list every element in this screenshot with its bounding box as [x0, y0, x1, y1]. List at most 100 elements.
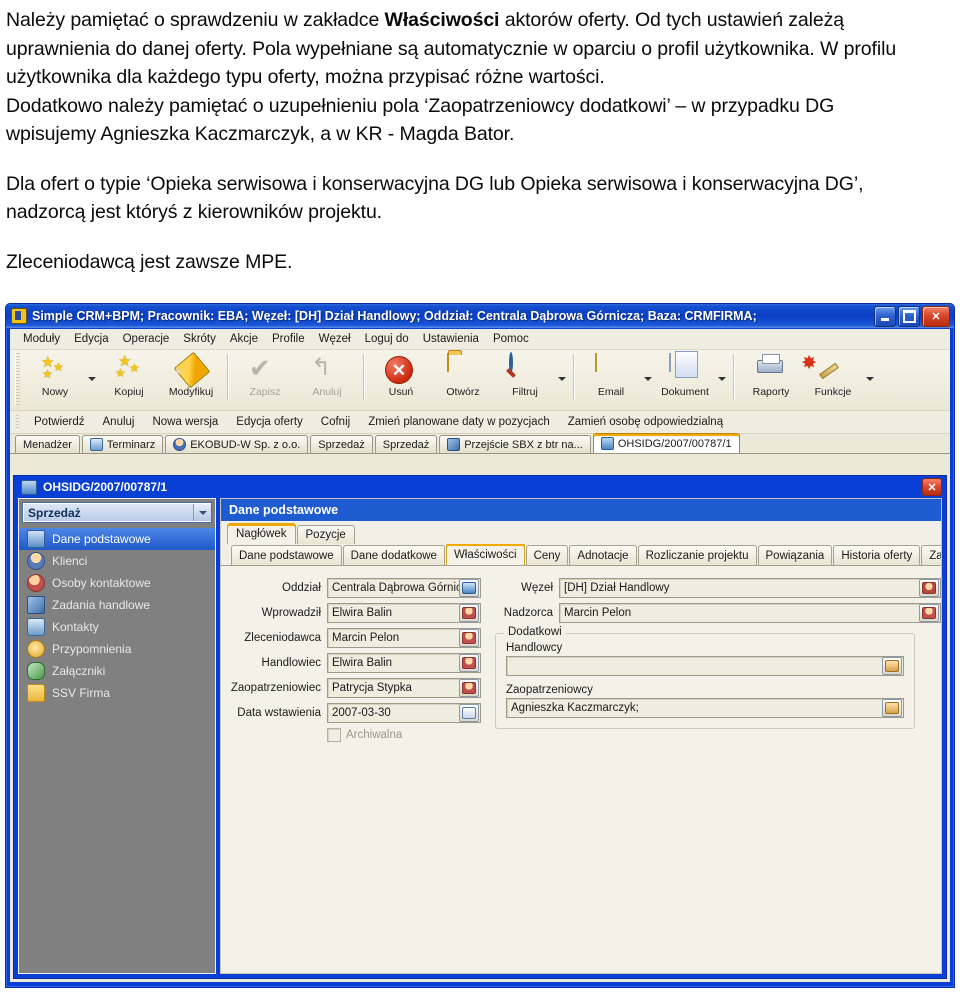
doc-tab-transition[interactable]: Przejście SBX z btr na... [439, 435, 591, 453]
command-undo[interactable]: Cofnij [312, 414, 359, 430]
additional-suppliers-field[interactable]: Agnieszka Kaczmarczyk; [506, 698, 904, 718]
command-edit-offer[interactable]: Edycja oferty [227, 414, 311, 430]
toolbar-button-functions[interactable]: Funkcje [802, 350, 864, 410]
tab-relations[interactable]: Powiązania [757, 545, 833, 565]
sidebar-item-attachments[interactable]: Załączniki [19, 660, 215, 682]
app-icon [11, 308, 27, 324]
toolbar-button-modify[interactable]: Modyfikuj [160, 350, 222, 410]
menu-item-help[interactable]: Pomoc [486, 331, 536, 347]
tab-offer-history[interactable]: Historia oferty [833, 545, 921, 565]
toolbar-button-cancel[interactable]: ↰ Anuluj [296, 350, 358, 410]
menu-item-edit[interactable]: Edycja [67, 331, 116, 347]
wrench-icon [27, 596, 45, 614]
tab-annotations[interactable]: Adnotacje [569, 545, 637, 565]
menu-item-shortcuts[interactable]: Skróty [176, 331, 223, 347]
menu-item-profiles[interactable]: Profile [265, 331, 312, 347]
command-change-dates[interactable]: Zmień planowane daty w pozycjach [359, 414, 559, 430]
toolbar-button-delete[interactable]: ✕ Usuń [370, 350, 432, 410]
command-new-version[interactable]: Nowa wersja [143, 414, 227, 430]
tab-header[interactable]: Nagłówek [227, 523, 296, 544]
menu-item-login-to[interactable]: Loguj do [358, 331, 416, 347]
node-field[interactable]: [DH] Dział Handlowy [559, 578, 941, 598]
sidebar-item-basic-data[interactable]: Dane podstawowe [19, 528, 215, 550]
toolbar-label: Otwórz [446, 386, 480, 398]
menu-item-settings[interactable]: Ustawienia [416, 331, 486, 347]
doc-tab-sales-1[interactable]: Sprzedaż [310, 435, 373, 453]
salesperson-field[interactable]: Elwira Balin [327, 653, 481, 673]
doc-tab-label: Menadżer [23, 438, 72, 451]
sidebar-item-contacts[interactable]: Kontakty [19, 616, 215, 638]
supervisor-picker-button[interactable] [919, 604, 939, 622]
entered-by-picker-button[interactable] [459, 604, 479, 622]
archival-checkbox-label: Archiwalna [346, 729, 403, 741]
tab-properties[interactable]: Właściwości [445, 544, 525, 565]
doc-tab-label: OHSIDG/2007/00787/1 [617, 437, 732, 450]
calendar-picker-button[interactable] [459, 704, 479, 722]
toolbar-button-filter[interactable]: Filtruj [494, 350, 556, 410]
doc-tab-calendar[interactable]: Terminarz [81, 435, 164, 453]
functions-dropdown-arrow[interactable] [864, 350, 876, 406]
document-dropdown-arrow[interactable] [716, 350, 728, 406]
sidebar-item-contact-persons[interactable]: Osoby kontaktowe [19, 572, 215, 594]
toolbar-button-new[interactable]: ★ ★ ★ Nowy [24, 350, 86, 410]
sidebar-item-clients[interactable]: Klienci [19, 550, 215, 572]
insert-date-field[interactable]: 2007-03-30 [327, 703, 481, 723]
doc-tab-label: Sprzedaż [318, 438, 365, 451]
toolbar-button-open[interactable]: Otwórz [432, 350, 494, 410]
sidebar-item-sales-tasks[interactable]: Zadania handlowe [19, 594, 215, 616]
additional-suppliers-row: Zaopatrzeniowcy Agnieszka Kaczmarczyk; [506, 684, 904, 718]
branch-field[interactable]: Centrala Dąbrowa Górnicza [327, 578, 481, 598]
new-dropdown-arrow[interactable] [86, 350, 98, 406]
tab-basic-data[interactable]: Dane podstawowe [231, 545, 342, 565]
sidebar-item-label: Załączniki [52, 664, 106, 678]
sidebar-item-ssv-firma[interactable]: SSV Firma [19, 682, 215, 704]
toolbar-button-document[interactable]: Dokument [654, 350, 716, 410]
branch-picker-button[interactable] [459, 579, 479, 597]
close-button[interactable]: ✕ [922, 305, 950, 327]
toolbar-button-copy[interactable]: ★ ★ ★ Kopiuj [98, 350, 160, 410]
salesperson-picker-button[interactable] [459, 654, 479, 672]
menu-item-operations[interactable]: Operacje [116, 331, 177, 347]
doc-tab-manager[interactable]: Menadżer [15, 435, 80, 453]
additional-suppliers-picker-button[interactable] [882, 699, 902, 717]
menu-item-actions[interactable]: Akcje [223, 331, 265, 347]
node-picker-button[interactable] [919, 579, 939, 597]
filter-dropdown-arrow[interactable] [556, 350, 568, 406]
doc-tab-offer-active[interactable]: OHSIDG/2007/00787/1 [592, 433, 740, 453]
doc-tab-sales-2[interactable]: Sprzedaż [374, 435, 438, 453]
menu-item-modules[interactable]: Moduły [16, 331, 67, 347]
command-bar-grip[interactable] [16, 414, 19, 430]
toolbar-grip[interactable] [15, 353, 20, 405]
command-cancel[interactable]: Anuluj [94, 414, 144, 430]
workspace-close-button[interactable]: ✕ [922, 478, 942, 496]
supervisor-field[interactable]: Marcin Pelon [559, 603, 941, 623]
command-confirm[interactable]: Potwierdź [25, 414, 94, 430]
supplier-field[interactable]: Patrycja Stypka [327, 678, 481, 698]
tab-positions[interactable]: Pozycje [296, 525, 355, 544]
maximize-button[interactable] [898, 305, 920, 327]
additional-salespeople-picker-button[interactable] [882, 657, 902, 675]
chevron-down-icon[interactable] [193, 504, 211, 521]
client-field[interactable]: Marcin Pelon [327, 628, 481, 648]
email-dropdown-arrow[interactable] [642, 350, 654, 406]
archival-checkbox[interactable] [327, 728, 341, 742]
tab-prices[interactable]: Ceny [525, 545, 569, 565]
sidebar-item-label: Dane podstawowe [52, 532, 151, 546]
client-picker-button[interactable] [459, 629, 479, 647]
tab-invoiced-positions[interactable]: Zafakturowane pozycje o [921, 545, 941, 565]
field-row-salesperson: Handlowiec Elwira Balin [229, 653, 481, 673]
entered-by-field[interactable]: Elwira Balin [327, 603, 481, 623]
sidebar-item-reminders[interactable]: Przypomnienia [19, 638, 215, 660]
menu-item-node[interactable]: Węzeł [312, 331, 358, 347]
module-select[interactable]: Sprzedaż [22, 502, 212, 523]
toolbar-button-save[interactable]: ✔ Zapisz [234, 350, 296, 410]
toolbar-button-email[interactable]: Email [580, 350, 642, 410]
supplier-picker-button[interactable] [459, 679, 479, 697]
toolbar-button-reports[interactable]: Raporty [740, 350, 802, 410]
tab-additional-data[interactable]: Dane dodatkowe [342, 545, 445, 565]
tab-project-settlement[interactable]: Rozliczanie projektu [637, 545, 757, 565]
doc-tab-ekobud[interactable]: EKOBUD-W Sp. z o.o. [165, 435, 309, 453]
additional-salespeople-field[interactable] [506, 656, 904, 676]
command-change-responsible[interactable]: Zamień osobę odpowiedzialną [559, 414, 732, 430]
minimize-button[interactable] [874, 305, 896, 327]
